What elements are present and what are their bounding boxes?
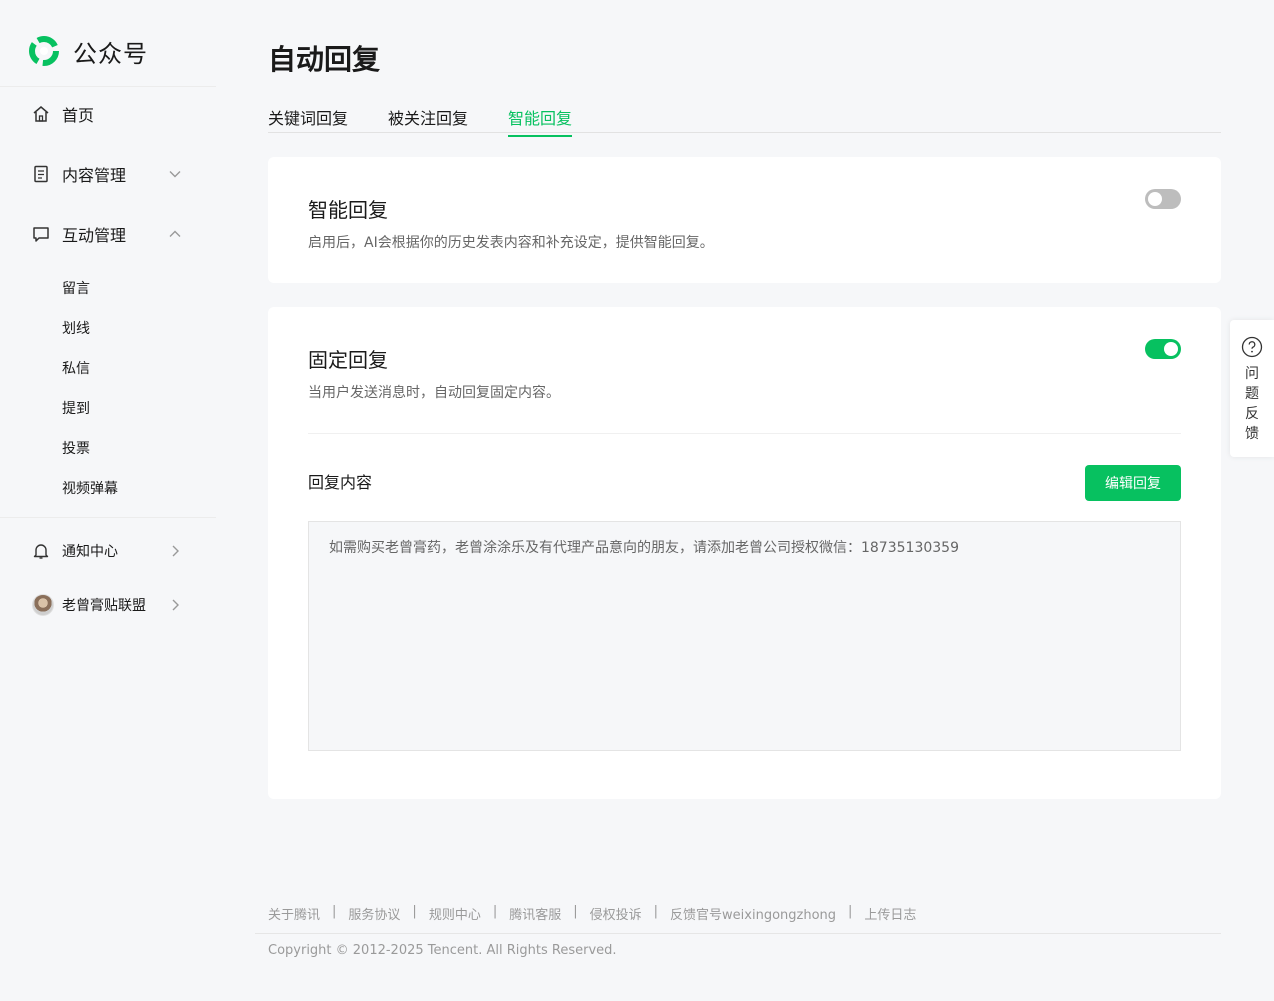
- copyright: Copyright © 2012-2025 Tencent. All Right…: [268, 943, 617, 958]
- sidebar-divider: [0, 86, 216, 87]
- bell-icon: [32, 542, 50, 560]
- sidebar-item-notification-center[interactable]: 通知中心: [32, 537, 192, 565]
- reply-content-label: 回复内容: [308, 473, 373, 492]
- footer-link-feedback-account[interactable]: 反馈官号weixingongzhong: [670, 904, 836, 923]
- chevron-up-icon: [169, 230, 181, 237]
- footer-separator: |: [848, 904, 853, 919]
- sidebar-divider: [0, 517, 216, 518]
- tab-smart-reply[interactable]: 智能回复: [508, 105, 573, 137]
- sidebar: 公众号 首页 内容管理 互动管理 留言 划线 私信 提到 投票 视频弹幕 通知中…: [0, 0, 216, 1001]
- page-title: 自动回复: [268, 43, 381, 76]
- smart-reply-title: 智能回复: [308, 198, 388, 222]
- smart-reply-description: 启用后，AI会根据你的历史发表内容和补充设定，提供智能回复。: [308, 235, 714, 251]
- account-name: 老曾膏贴联盟: [62, 598, 146, 614]
- tab-follow-reply[interactable]: 被关注回复: [388, 105, 468, 135]
- sidebar-item-account[interactable]: 老曾膏贴联盟: [32, 591, 192, 619]
- sidebar-subitem-messages[interactable]: 私信: [62, 358, 90, 378]
- footer-link-customer-service[interactable]: 腾讯客服: [509, 904, 561, 923]
- sidebar-item-label: 通知中心: [62, 544, 118, 560]
- footer-separator: |: [492, 904, 498, 919]
- brand[interactable]: 公众号: [28, 34, 148, 68]
- question-circle-icon: [1241, 336, 1263, 358]
- fixed-reply-title: 固定回复: [308, 348, 388, 372]
- footer-divider: [255, 933, 1221, 934]
- footer-separator: |: [573, 904, 578, 919]
- feedback-widget[interactable]: 问题反馈: [1230, 320, 1274, 457]
- sidebar-subitem-comments[interactable]: 留言: [62, 278, 90, 298]
- sidebar-item-home[interactable]: 首页: [32, 100, 192, 128]
- brand-name: 公众号: [73, 39, 148, 68]
- footer-link-service-agreement[interactable]: 服务协议: [348, 904, 400, 923]
- chevron-right-icon: [172, 599, 179, 611]
- footer-links: 关于腾讯 | 服务协议 | 规则中心 | 腾讯客服 | 侵权投诉 | 反馈官号w…: [268, 904, 916, 923]
- footer-link-infringement[interactable]: 侵权投诉: [590, 904, 642, 923]
- chevron-right-icon: [172, 545, 179, 557]
- home-icon: [32, 105, 50, 123]
- sidebar-item-content-management[interactable]: 内容管理: [32, 160, 192, 188]
- smart-reply-card: 智能回复 启用后，AI会根据你的历史发表内容和补充设定，提供智能回复。: [268, 157, 1221, 283]
- fixed-reply-card: 固定回复 当用户发送消息时，自动回复固定内容。 回复内容 编辑回复 如需购买老曾…: [268, 307, 1221, 799]
- fixed-reply-description: 当用户发送消息时，自动回复固定内容。: [308, 385, 560, 401]
- footer-link-about[interactable]: 关于腾讯: [268, 904, 320, 923]
- fixed-reply-toggle[interactable]: [1145, 339, 1181, 359]
- document-icon: [32, 165, 50, 183]
- feedback-label: 问题反馈: [1245, 366, 1259, 442]
- sidebar-subitem-mentions[interactable]: 提到: [62, 398, 90, 418]
- sidebar-subitem-underline[interactable]: 划线: [62, 318, 90, 338]
- reply-content-text: 如需购买老曾膏药，老曾涂涂乐及有代理产品意向的朋友，请添加老曾公司授权微信：18…: [329, 540, 959, 556]
- toggle-knob: [1148, 192, 1162, 206]
- footer-link-rules[interactable]: 规则中心: [429, 904, 481, 923]
- footer-link-upload-log[interactable]: 上传日志: [864, 904, 916, 923]
- reply-content-box: 如需购买老曾膏药，老曾涂涂乐及有代理产品意向的朋友，请添加老曾公司授权微信：18…: [308, 521, 1181, 751]
- tab-keyword-reply[interactable]: 关键词回复: [268, 105, 348, 135]
- brand-logo-icon: [29, 36, 59, 66]
- sidebar-item-label: 内容管理: [62, 166, 127, 185]
- sidebar-subitem-video-danmaku[interactable]: 视频弹幕: [62, 478, 118, 498]
- card-divider: [308, 433, 1181, 434]
- toggle-knob: [1164, 342, 1178, 356]
- chevron-down-icon: [169, 171, 181, 178]
- edit-reply-button[interactable]: 编辑回复: [1085, 465, 1181, 501]
- sidebar-item-label: 互动管理: [62, 226, 127, 245]
- smart-reply-toggle[interactable]: [1145, 189, 1181, 209]
- footer-separator: |: [412, 904, 417, 919]
- chat-bubble-icon: [32, 225, 50, 243]
- footer-separator: |: [653, 904, 659, 919]
- sidebar-item-label: 首页: [62, 106, 95, 125]
- tab-bar: 关键词回复 被关注回复 智能回复: [268, 104, 1221, 137]
- sidebar-item-interaction-management[interactable]: 互动管理: [32, 220, 192, 248]
- footer-separator: |: [332, 904, 337, 919]
- avatar: [32, 594, 54, 616]
- sidebar-subitem-votes[interactable]: 投票: [62, 438, 90, 458]
